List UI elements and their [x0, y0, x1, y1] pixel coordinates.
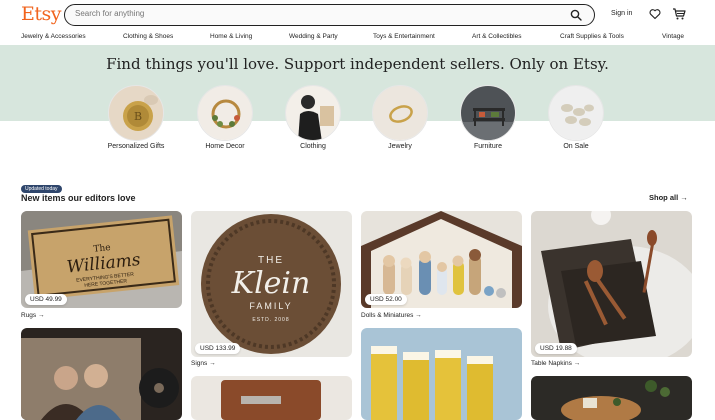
svg-text:ESTD. 2008: ESTD. 2008 — [252, 317, 289, 323]
product-card-dolls[interactable]: USD 52.00 — [361, 211, 522, 308]
search-bar[interactable]: Search for anything — [64, 4, 595, 26]
cart-icon[interactable] — [672, 7, 686, 21]
nav-item-wedding-party[interactable]: Wedding & Party — [289, 33, 338, 40]
updated-badge: Updated today — [21, 185, 62, 193]
product-card-glasses[interactable] — [361, 328, 522, 420]
product-card-signs[interactable]: THE Klein FAMILY ESTD. 2008 USD 133.99 — [191, 211, 352, 357]
cheese-board-image — [531, 376, 692, 420]
category-label-personalized-gifts[interactable]: Personalized Gifts — [96, 142, 176, 151]
category-label-jewelry[interactable]: Jewelry — [360, 142, 440, 151]
section-title: New items our editors love — [21, 193, 136, 203]
category-circle-on-sale[interactable] — [548, 85, 604, 141]
category-label-furniture[interactable]: Furniture — [448, 142, 528, 151]
shop-all-link[interactable]: Shop all → — [649, 193, 688, 202]
price-tag: USD 19.88 — [535, 343, 577, 354]
category-nav: Jewelry & Accessories Clothing & Shoes H… — [0, 30, 715, 46]
product-card-photo[interactable] — [21, 328, 182, 420]
category-label-on-sale[interactable]: On Sale — [536, 142, 616, 151]
category-circle-clothing[interactable] — [285, 85, 341, 141]
nav-item-craft-supplies[interactable]: Craft Supplies & Tools — [560, 33, 624, 40]
nav-item-vintage[interactable]: Vintage — [662, 33, 684, 40]
etsy-logo[interactable]: Etsy — [21, 3, 62, 25]
nav-item-jewelry-accessories[interactable]: Jewelry & Accessories — [21, 33, 86, 40]
category-circle-jewelry[interactable] — [372, 85, 428, 141]
category-label-clothing[interactable]: Clothing — [273, 142, 353, 151]
nav-item-toys-entertainment[interactable]: Toys & Entertainment — [373, 33, 435, 40]
sign-image: THE Klein FAMILY ESTD. 2008 — [191, 211, 352, 357]
card-caption-signs[interactable]: Signs → — [191, 360, 216, 367]
price-tag: USD 52.00 — [365, 294, 407, 305]
heart-icon[interactable] — [649, 8, 661, 20]
search-input[interactable]: Search for anything — [75, 9, 144, 18]
beer-glasses-image — [361, 328, 522, 420]
svg-text:THE: THE — [258, 255, 284, 266]
card-caption-rugs[interactable]: Rugs → — [21, 312, 44, 319]
product-card-rugs[interactable]: The Williams EVERYTHING'S BETTER HERE TO… — [21, 211, 182, 308]
card-caption-dolls[interactable]: Dolls & Miniatures → — [361, 312, 422, 319]
svg-text:B: B — [134, 110, 142, 123]
header: Etsy Search for anything Sign in — [0, 0, 715, 30]
category-circle-personalized-gifts[interactable]: B — [108, 85, 164, 141]
banner-title: Find things you'll love. Support indepen… — [106, 55, 609, 73]
svg-text:FAMILY: FAMILY — [249, 301, 292, 311]
sign-in-link[interactable]: Sign in — [611, 10, 632, 17]
leather-image — [191, 376, 352, 420]
nav-item-clothing-shoes[interactable]: Clothing & Shoes — [123, 33, 173, 40]
category-label-home-decor[interactable]: Home Decor — [185, 142, 265, 151]
nav-item-home-living[interactable]: Home & Living — [210, 33, 252, 40]
product-card-board[interactable] — [531, 376, 692, 420]
search-icon[interactable] — [570, 9, 582, 21]
napkins-image — [531, 211, 692, 357]
product-card-napkins[interactable]: USD 19.88 — [531, 211, 692, 357]
price-tag: USD 49.99 — [25, 294, 67, 305]
category-circle-home-decor[interactable] — [197, 85, 253, 141]
price-tag: USD 133.99 — [195, 343, 241, 354]
couple-photo-image — [21, 328, 182, 420]
product-card-leather[interactable] — [191, 376, 352, 420]
card-caption-napkins[interactable]: Table Napkins → — [531, 360, 580, 367]
category-circle-furniture[interactable] — [460, 85, 516, 141]
nav-item-art-collectibles[interactable]: Art & Collectibles — [472, 33, 522, 40]
svg-text:Klein: Klein — [231, 266, 311, 301]
